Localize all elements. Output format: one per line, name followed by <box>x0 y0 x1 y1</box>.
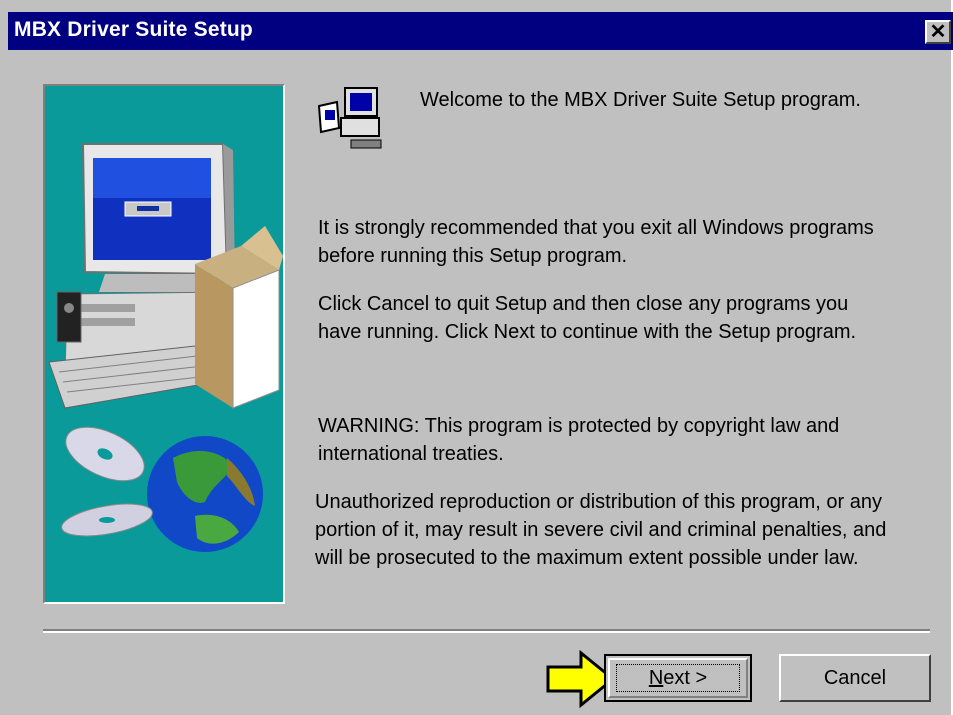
button-divider <box>43 629 930 633</box>
warning-text-line2: international treaties. <box>318 443 504 465</box>
recommend-text-line1: It is strongly recommended that you exit… <box>318 217 874 239</box>
recommend-text-line2: before running this Setup program. <box>318 245 628 267</box>
cancel-instructions-line1: Click Cancel to quit Setup and then clos… <box>318 293 849 315</box>
computer-and-globe-illustration <box>48 143 283 552</box>
unauthorized-text-line2: portion of it, may result in severe civi… <box>315 519 887 541</box>
cancel-instructions-line2: have running. Click Next to continue wit… <box>318 321 857 343</box>
warning-text-line1: WARNING: This program is protected by co… <box>318 415 840 437</box>
cancel-button[interactable]: Cancel <box>779 654 931 702</box>
window-title: MBX Driver Suite Setup <box>14 18 253 41</box>
setup-computer-icon <box>317 87 382 149</box>
next-button-label: Next > <box>648 666 708 689</box>
close-symbol: ✕ <box>929 21 947 43</box>
cancel-button-label: Cancel <box>823 666 887 689</box>
next-button[interactable]: Next > <box>604 654 752 702</box>
setup-dialog: MBX Driver Suite Setup ✕ Welcome to the … <box>0 0 953 715</box>
close-icon[interactable]: ✕ <box>925 20 951 44</box>
welcome-text: Welcome to the MBX Driver Suite Setup pr… <box>420 89 861 111</box>
unauthorized-text-line1: Unauthorized reproduction or distributio… <box>315 491 882 513</box>
setup-illustration <box>43 84 285 604</box>
title-bar[interactable]: MBX Driver Suite Setup ✕ <box>8 12 953 50</box>
unauthorized-text-line3: will be prosecuted to the maximum extent… <box>315 547 859 569</box>
